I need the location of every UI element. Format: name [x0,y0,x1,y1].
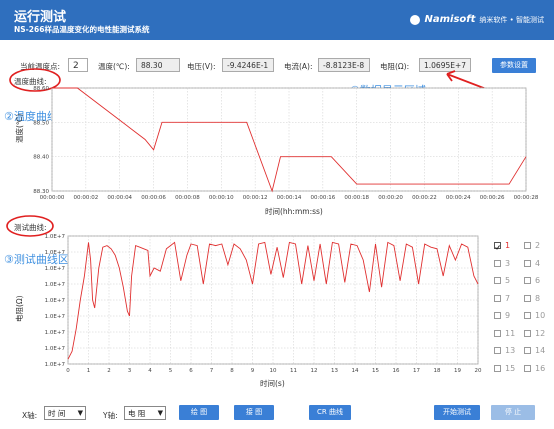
test-x-tick: 0 [66,368,70,374]
test-x-tick: 12 [311,368,318,374]
y-axis-select[interactable]: 电 阻 ▼ [124,406,166,420]
legend-checkbox[interactable] [494,312,501,319]
test-x-tick: 1 [87,368,91,374]
test-x-tick: 19 [454,368,461,374]
test-y-tick: 1.0E+7 [45,330,66,336]
legend-checkbox[interactable] [524,277,531,284]
legend-label: 7 [505,293,511,303]
legend-item-12[interactable]: 12 [524,329,545,338]
legend-item-15[interactable]: 15 [494,364,515,373]
chevron-down-icon: ▼ [157,409,163,417]
test-x-tick: 7 [210,368,214,374]
legend-label: 12 [535,328,546,338]
legend-checkbox[interactable] [524,242,531,249]
legend-item-13[interactable]: 13 [494,346,515,355]
legend-item-4[interactable]: 4 [524,259,540,268]
legend-item-10[interactable]: 10 [524,311,545,320]
legend-item-5[interactable]: 5 [494,276,510,285]
save-chart-button[interactable]: 接 图 [234,405,274,420]
y-axis-label: Y轴: [103,411,118,420]
test-y-tick: 1.0E+7 [45,266,66,272]
legend-label: 5 [505,276,511,285]
cr-curve-button[interactable]: CR 曲线 [309,405,351,420]
legend-label: 11 [505,328,516,338]
chevron-down-icon: ▼ [77,409,83,417]
test-x-tick: 13 [331,368,338,374]
legend-label: 2 [535,241,541,250]
legend-label: 16 [535,363,546,373]
legend-checkbox[interactable] [494,259,501,267]
test-x-tick: 17 [413,368,420,374]
test-x-tick: 11 [290,368,297,374]
legend-label: 14 [535,346,546,355]
legend-item-8[interactable]: 8 [524,294,540,303]
test-x-tick: 8 [230,368,234,374]
legend-item-3[interactable]: 3 [494,259,510,268]
x-axis-select-value: 时 间 [48,409,66,418]
legend-item-11[interactable]: 11 [494,329,515,338]
legend-checkbox[interactable] [524,312,531,319]
legend-checkbox[interactable] [524,347,531,354]
test-y-tick: 1.0E+7 [45,250,66,256]
legend-item-14[interactable]: 14 [524,346,545,355]
legend-checkbox[interactable] [494,364,501,372]
legend-label: 6 [535,276,541,285]
start-test-button[interactable]: 开始测试 [434,405,480,420]
legend-item-9[interactable]: 9 [494,311,510,320]
test-y-tick: 1.0E+7 [45,282,66,288]
legend-checkbox[interactable] [494,294,501,302]
stop-button[interactable]: 停 止 [491,405,535,420]
legend-item-7[interactable]: 7 [494,294,510,303]
checkmark-icon [495,245,500,250]
legend-item-6[interactable]: 6 [524,276,540,285]
legend-item-2[interactable]: 2 [524,241,540,250]
test-x-tick: 2 [107,368,111,374]
test-x-tick: 9 [251,368,255,374]
legend-checkbox[interactable] [524,259,531,267]
legend-checkbox[interactable] [494,277,501,284]
test-y-tick: 1.0E+7 [45,314,66,320]
test-x-tick: 4 [148,368,152,374]
legend-label: 13 [505,346,516,355]
legend-checkbox[interactable] [524,364,531,372]
test-x-tick: 10 [270,368,277,374]
test-x-tick: 15 [372,368,379,374]
legend-label: 1 [505,241,511,250]
legend-label: 10 [535,311,546,320]
test-x-tick: 5 [169,368,173,374]
test-chart: 0 1 2 3 4 5 6 7 8 9 10 11 12 13 14 15 16 17 18 19 201.0E+71.… [45,234,482,374]
legend-item-16[interactable]: 16 [524,364,545,373]
test-x-tick: 3 [128,368,132,374]
y-axis-select-value: 电 阻 [128,409,146,418]
draw-button[interactable]: 绘 图 [179,405,219,420]
test-y-tick: 1.0E+7 [45,362,66,368]
test-y-tick: 1.0E+7 [45,346,66,352]
test-y-tick: 1.0E+7 [45,234,66,240]
test-x-tick: 14 [352,368,359,374]
test-x-tick: 18 [434,368,441,374]
test-x-tick: 20 [475,368,482,374]
legend-item-1[interactable]: 1 [494,241,510,250]
test-y-tick: 1.0E+7 [45,298,66,304]
legend-label: 8 [535,293,541,303]
test-x-tick: 6 [189,368,193,374]
test-x-tick: 16 [393,368,400,374]
legend-checkbox[interactable] [524,329,531,337]
x-axis-select[interactable]: 时 间 ▼ [44,406,86,420]
legend-label: 15 [505,363,516,373]
legend-checkbox[interactable] [524,294,531,302]
legend-checkbox[interactable] [494,242,501,250]
legend-label: 4 [535,258,541,268]
legend-checkbox[interactable] [494,347,501,354]
x-axis-label: X轴: [22,411,38,420]
legend-label: 3 [505,258,511,268]
legend-checkbox[interactable] [494,329,501,337]
legend-label: 9 [505,311,511,320]
